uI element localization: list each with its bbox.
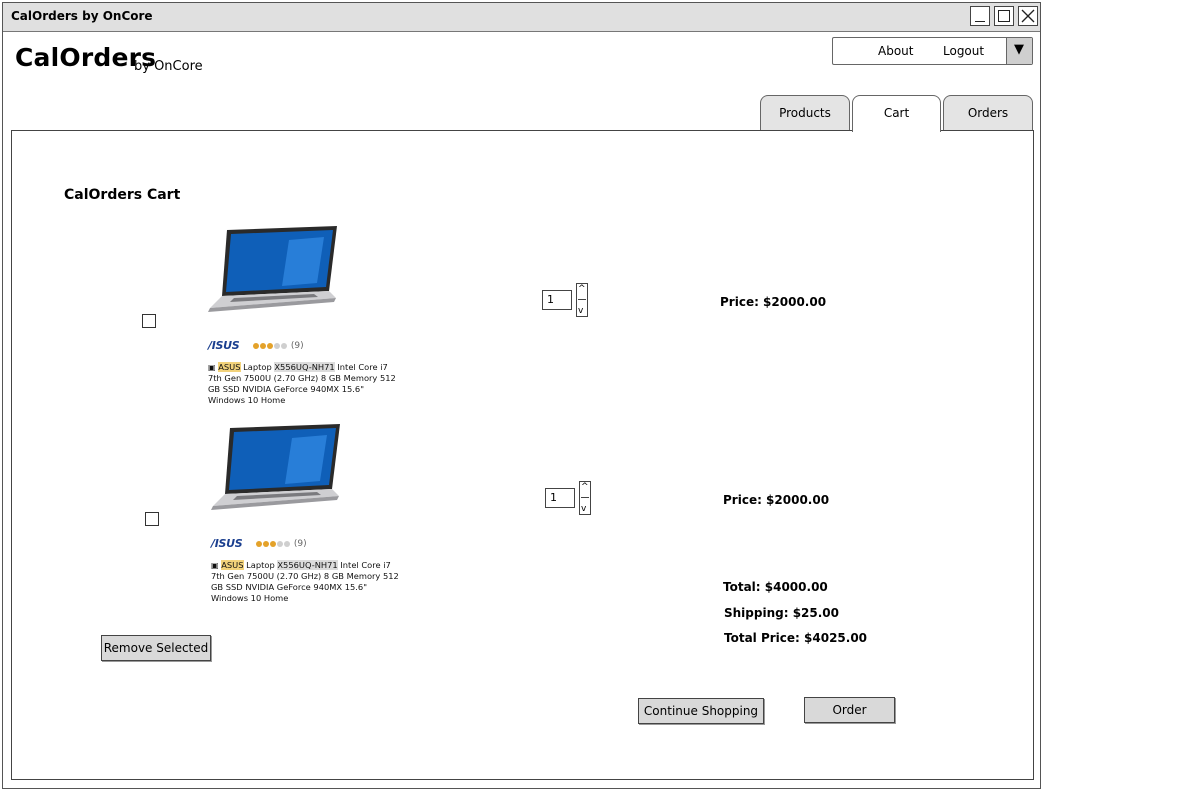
app-window: CalOrders by OnCore CalOrders by OnCore … [2,2,1041,789]
tab-products[interactable]: Products [760,95,850,131]
star-icon [274,342,280,349]
shipping-cost: Shipping: $25.00 [724,606,840,620]
laptop-product-image-2 [211,424,340,510]
rating-2: (9) [256,539,307,549]
description-highlight-brand: ASUS [218,362,241,372]
star-icon [256,540,262,547]
total-price: Total Price: $4025.00 [724,631,868,645]
quantity-input-1[interactable]: 1 [542,290,572,310]
description-highlight-model: X556UQ-NH71 [274,362,335,372]
asus-brand-logo-2: /ISUS [211,537,243,550]
menu-dropdown-button[interactable]: ▼ [1006,38,1032,64]
tab-cart[interactable]: Cart [852,95,941,132]
star-icon [267,342,273,349]
item-select-checkbox-2[interactable] [145,512,159,526]
item-price-2: Price: $2000.00 [723,493,830,507]
minimize-button[interactable] [970,6,990,26]
chevron-up-icon[interactable]: ^ [581,482,589,492]
chevron-up-icon[interactable]: ^ [578,284,586,294]
chevron-down-icon: ▼ [1014,42,1024,57]
maximize-button[interactable] [994,6,1014,26]
app-logo-subtitle: by OnCore [134,59,203,74]
star-icon [253,342,259,349]
top-menu-bar: About Logout ▼ [832,37,1033,65]
description-text: Laptop [243,560,278,570]
product-tag-icon: ▣ [211,561,219,570]
rating-count: (9) [290,341,304,351]
remove-selected-button[interactable]: Remove Selected [101,635,211,661]
description-highlight-model: X556UQ-NH71 [277,560,338,570]
star-icon [284,540,290,547]
rating-1: (9) [253,341,304,351]
tab-orders[interactable]: Orders [943,95,1033,131]
close-button[interactable] [1018,6,1038,26]
close-icon [1021,9,1035,23]
product-tag-icon: ▣ [208,363,216,372]
description-highlight-brand: ASUS [221,560,244,570]
quantity-stepper-2[interactable]: ^ v [579,481,591,515]
rating-count: (9) [293,539,307,549]
page-title: CalOrders Cart [64,187,181,203]
menu-logout[interactable]: Logout [943,44,984,58]
chevron-down-icon[interactable]: v [581,504,586,514]
order-button[interactable]: Order [804,697,895,723]
stepper-divider [578,299,586,300]
cart-panel: CalOrders Cart /ISUS (9) ▣ ASUS Laptop X… [11,130,1034,780]
title-bar: CalOrders by OnCore [3,3,1040,32]
item-select-checkbox-1[interactable] [142,314,156,328]
star-icon [260,342,266,349]
product-description-1: ▣ ASUS Laptop X556UQ-NH71 Intel Core i7 … [208,362,398,406]
quantity-stepper-1[interactable]: ^ v [576,283,588,317]
cart-total: Total: $4000.00 [723,580,828,594]
star-icon [281,342,287,349]
description-text: Laptop [240,362,275,372]
stepper-divider [581,497,589,498]
window-title: CalOrders by OnCore [11,9,153,23]
chevron-down-icon[interactable]: v [578,306,583,316]
item-price-1: Price: $2000.00 [720,295,827,309]
star-icon [270,540,276,547]
product-description-2: ▣ ASUS Laptop X556UQ-NH71 Intel Core i7 … [211,560,401,604]
star-icon [263,540,269,547]
continue-shopping-button[interactable]: Continue Shopping [638,698,764,724]
asus-brand-logo-1: /ISUS [208,339,240,352]
quantity-input-2[interactable]: 1 [545,488,575,508]
star-icon [277,540,283,547]
menu-about[interactable]: About [878,44,913,58]
laptop-product-image-1 [208,226,337,312]
